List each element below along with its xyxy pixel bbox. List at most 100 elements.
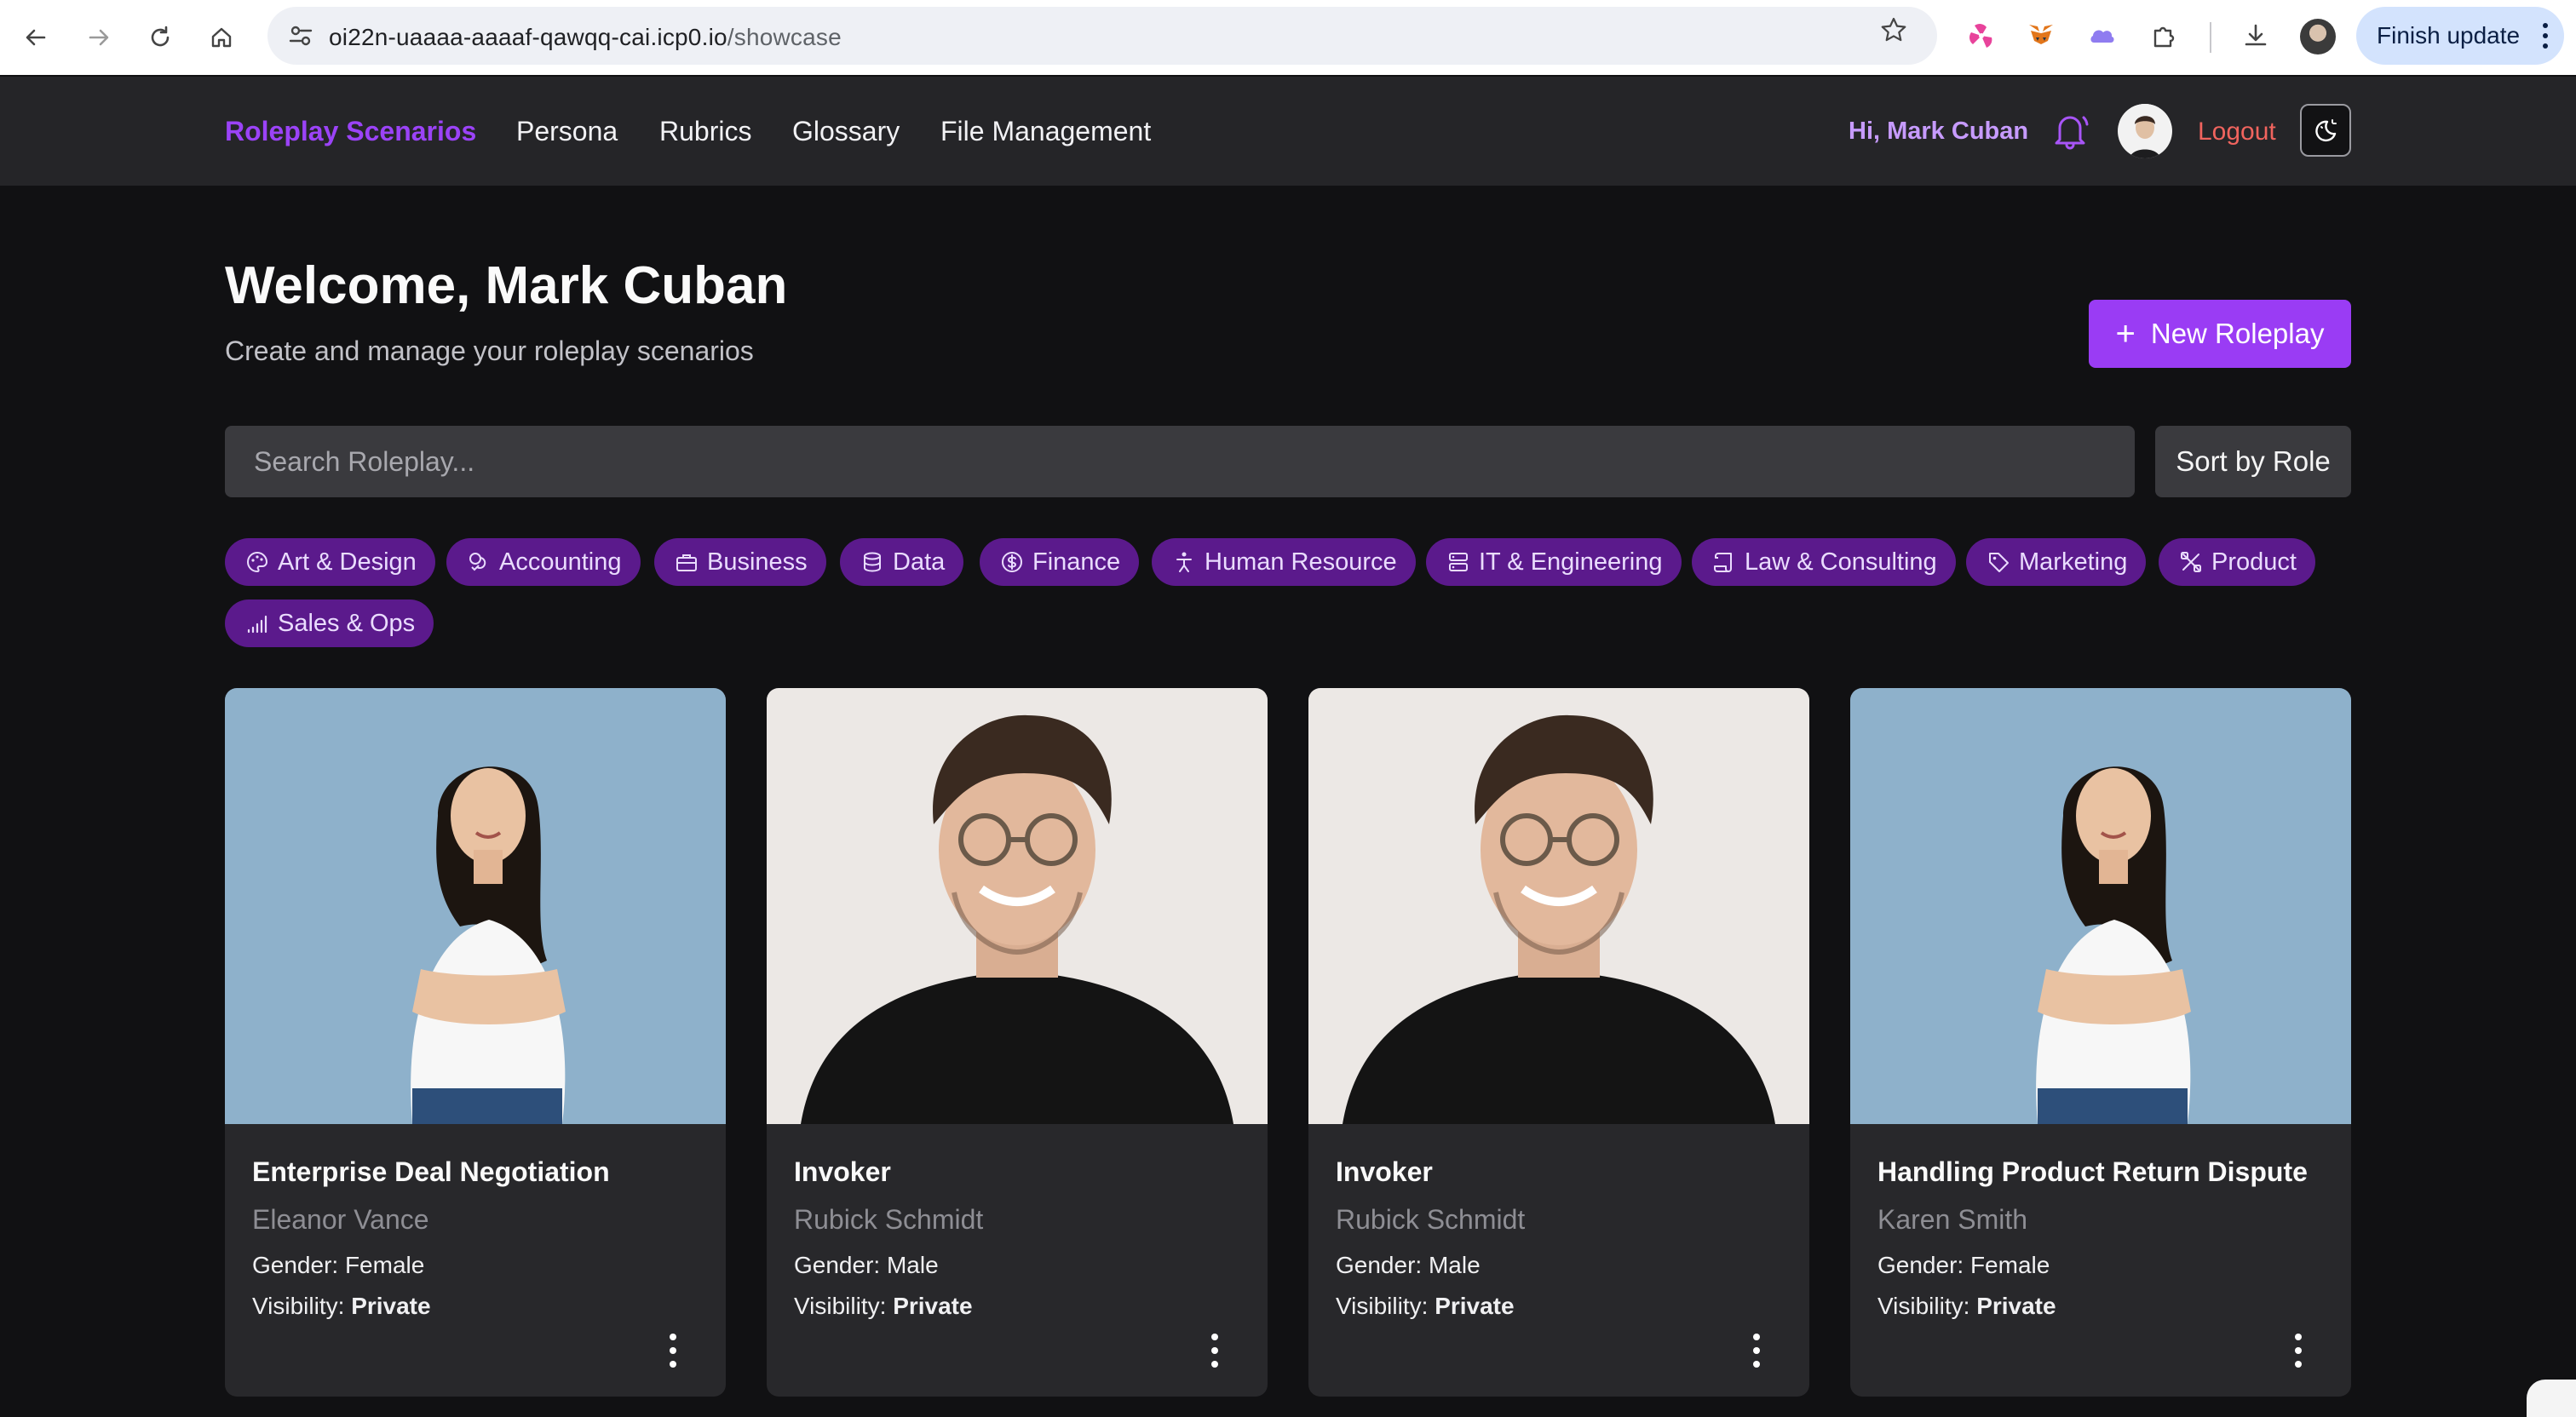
chip-label: Human Resource bbox=[1205, 548, 1397, 576]
roleplay-card[interactable]: Enterprise Deal Negotiation Eleanor Vanc… bbox=[225, 688, 726, 1397]
browser-toolbar: oi22n-uaaaa-aaaaf-qawqq-cai.icp0.io/show… bbox=[0, 0, 2576, 75]
card-persona: Rubick Schmidt bbox=[1336, 1204, 1526, 1235]
person-icon bbox=[1176, 552, 1192, 572]
chip-label: Law & Consulting bbox=[1745, 548, 1937, 576]
user-greeting: Hi, Mark Cuban bbox=[1849, 118, 2029, 145]
category-chip-art-design[interactable]: Art & Design bbox=[225, 538, 435, 586]
card-gender: Gender: Male bbox=[794, 1252, 939, 1279]
bookmark-star-icon[interactable] bbox=[1879, 15, 1908, 44]
gender-label: Gender: bbox=[1336, 1252, 1423, 1278]
more-vert-icon[interactable] bbox=[1748, 1332, 1765, 1369]
browser-profile-avatar[interactable] bbox=[2300, 19, 2336, 54]
arrow-left-icon bbox=[26, 29, 46, 46]
reload-button[interactable] bbox=[140, 17, 181, 58]
tag-icon bbox=[1989, 553, 2009, 572]
finish-update-button[interactable]: Finish update bbox=[2356, 7, 2564, 65]
category-chip-sales-ops[interactable]: Sales & Ops bbox=[225, 600, 434, 647]
more-vert-icon[interactable] bbox=[664, 1332, 681, 1369]
more-vert-icon[interactable] bbox=[1206, 1332, 1223, 1369]
gender-value: Female bbox=[1969, 1252, 2050, 1278]
download-icon bbox=[2245, 24, 2267, 46]
card-image-woman-portrait bbox=[225, 688, 726, 1124]
cloud-icon bbox=[2090, 30, 2114, 43]
visibility-label: Visibility: bbox=[1877, 1293, 1970, 1319]
category-chip-product[interactable]: Product bbox=[2159, 538, 2315, 586]
logout-link[interactable]: Logout bbox=[2198, 118, 2276, 146]
bell-icon[interactable] bbox=[2050, 109, 2090, 153]
card-visibility: Visibility: Private bbox=[794, 1293, 973, 1320]
url-path: /showcase bbox=[727, 24, 842, 50]
gender-value: Male bbox=[1428, 1252, 1481, 1278]
extension-pinwheel[interactable] bbox=[1964, 19, 1998, 53]
visibility-value: Private bbox=[893, 1293, 973, 1319]
visibility-label: Visibility: bbox=[252, 1293, 345, 1319]
category-chip-data[interactable]: Data bbox=[840, 538, 964, 586]
avatar-portrait-icon bbox=[2118, 104, 2172, 158]
card-title: Enterprise Deal Negotiation bbox=[252, 1156, 610, 1187]
category-chip-marketing[interactable]: Marketing bbox=[1966, 538, 2147, 586]
card-visibility: Visibility: Private bbox=[252, 1293, 431, 1320]
card-visibility: Visibility: Private bbox=[1336, 1293, 1515, 1320]
category-chip-finance[interactable]: Finance bbox=[980, 538, 1140, 586]
coins-icon bbox=[469, 553, 486, 571]
chip-label: Art & Design bbox=[278, 548, 417, 576]
puzzle-icon bbox=[2153, 26, 2175, 48]
visibility-value: Private bbox=[1976, 1293, 2056, 1319]
url-text: oi22n-uaaaa-aaaaf-qawqq-cai.icp0.io/show… bbox=[329, 24, 842, 51]
arrow-right-icon bbox=[89, 29, 109, 46]
category-chip-law-consulting[interactable]: Law & Consulting bbox=[1692, 538, 1956, 586]
page-subtitle: Create and manage your roleplay scenario… bbox=[225, 336, 754, 366]
card-image-man-portrait bbox=[1308, 688, 1809, 1124]
search-input[interactable] bbox=[225, 426, 2135, 497]
man-portrait-image bbox=[767, 688, 1268, 1124]
tools-icon bbox=[2181, 552, 2201, 572]
chip-label: Product bbox=[2211, 548, 2297, 576]
roleplay-card[interactable]: Invoker Rubick Schmidt Gender: Male Visi… bbox=[1308, 688, 1809, 1397]
gender-label: Gender: bbox=[794, 1252, 881, 1278]
floating-widget[interactable] bbox=[2527, 1380, 2576, 1417]
new-roleplay-button[interactable]: + New Roleplay bbox=[2089, 300, 2351, 368]
woman-portrait-image bbox=[1850, 688, 2351, 1124]
nav-roleplay-scenarios[interactable]: Roleplay Scenarios bbox=[225, 116, 476, 147]
more-vert-icon bbox=[2543, 23, 2548, 49]
nav-file-management[interactable]: File Management bbox=[940, 116, 1151, 147]
extension-cloud[interactable] bbox=[2085, 19, 2119, 53]
new-roleplay-label: New Roleplay bbox=[2150, 318, 2325, 349]
extensions-menu[interactable] bbox=[2147, 19, 2181, 53]
nav-rubrics[interactable]: Rubrics bbox=[659, 116, 751, 147]
page-title: Welcome, Mark Cuban bbox=[225, 256, 788, 315]
card-gender: Gender: Female bbox=[1877, 1252, 2050, 1279]
back-button[interactable] bbox=[15, 17, 56, 58]
category-chip-business[interactable]: Business bbox=[654, 538, 826, 586]
moon-sun-icon bbox=[2315, 119, 2337, 142]
visibility-label: Visibility: bbox=[1336, 1293, 1429, 1319]
roleplay-card[interactable]: Invoker Rubick Schmidt Gender: Male Visi… bbox=[767, 688, 1268, 1397]
theme-toggle-button[interactable] bbox=[2300, 104, 2351, 157]
user-avatar[interactable] bbox=[2118, 104, 2172, 158]
home-button[interactable] bbox=[201, 17, 242, 58]
category-chip-human-resource[interactable]: Human Resource bbox=[1152, 538, 1416, 586]
more-vert-icon[interactable] bbox=[2290, 1332, 2307, 1369]
forward-button[interactable] bbox=[78, 17, 119, 58]
roleplay-card[interactable]: Handling Product Return Dispute Karen Sm… bbox=[1850, 688, 2351, 1397]
category-chip-it-engineering[interactable]: IT & Engineering bbox=[1426, 538, 1682, 586]
address-bar[interactable]: oi22n-uaaaa-aaaaf-qawqq-cai.icp0.io/show… bbox=[267, 7, 1937, 65]
category-chip-accounting[interactable]: Accounting bbox=[446, 538, 641, 586]
visibility-value: Private bbox=[351, 1293, 431, 1319]
home-icon bbox=[211, 27, 232, 48]
downloads-button[interactable] bbox=[2239, 19, 2273, 53]
dollar-circle-icon bbox=[1002, 552, 1022, 572]
server-icon bbox=[1449, 553, 1468, 571]
nav-persona[interactable]: Persona bbox=[516, 116, 618, 147]
nav-glossary[interactable]: Glossary bbox=[792, 116, 900, 147]
signal-bars-icon bbox=[247, 615, 267, 634]
sort-by-role-button[interactable]: Sort by Role bbox=[2155, 426, 2351, 497]
toolbar-separator bbox=[2210, 22, 2211, 53]
site-settings-icon[interactable] bbox=[286, 21, 315, 50]
gender-value: Male bbox=[886, 1252, 939, 1278]
visibility-label: Visibility: bbox=[794, 1293, 887, 1319]
extension-metamask[interactable] bbox=[2024, 19, 2058, 53]
card-persona: Eleanor Vance bbox=[252, 1204, 429, 1235]
chip-label: Accounting bbox=[499, 548, 622, 576]
card-title: Handling Product Return Dispute bbox=[1877, 1156, 2308, 1187]
